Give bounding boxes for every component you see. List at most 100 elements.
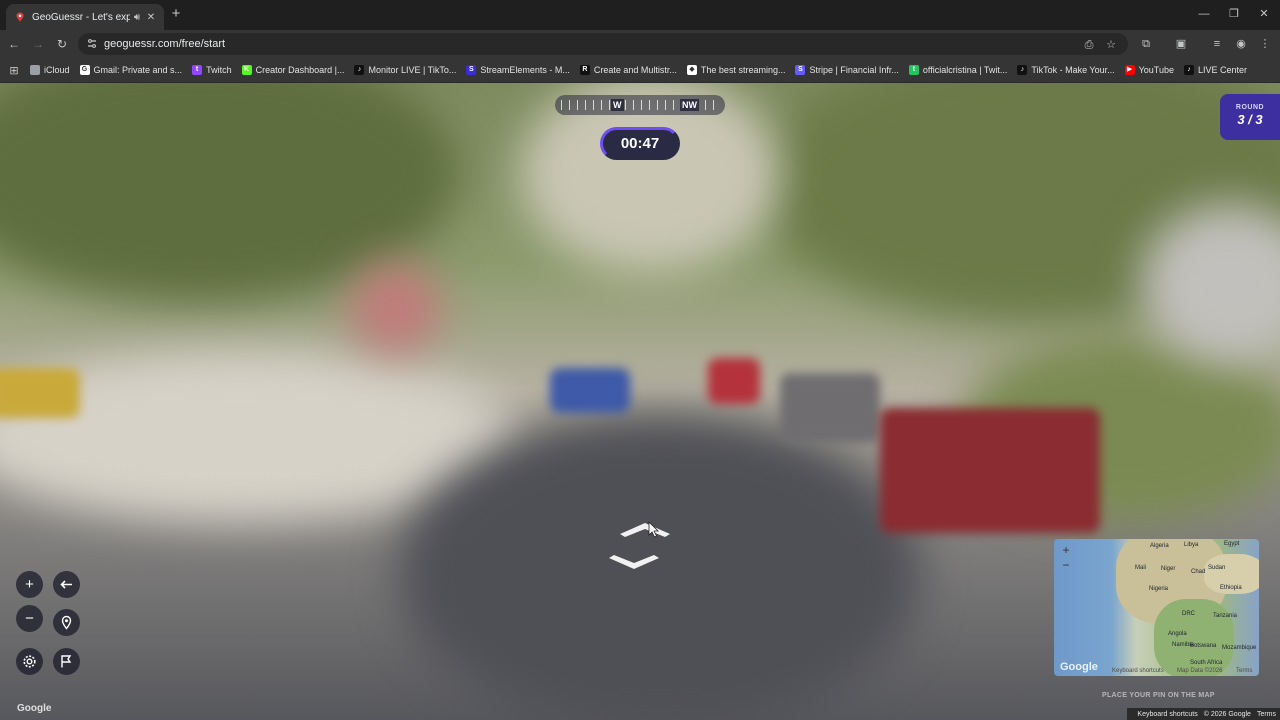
twitch-icon: t xyxy=(192,65,203,75)
media-controls-icon[interactable]: ≡ xyxy=(1210,37,1224,51)
browser-toolbar: ← → ↻ geoguessr.com/free/start ⎙ ☆ ⧉ ▣ ≡… xyxy=(0,30,1280,58)
red-car-far xyxy=(708,358,760,404)
minimize-icon[interactable]: — xyxy=(1190,5,1218,23)
bookmark-item[interactable]: ◆ The best streaming... xyxy=(686,65,786,75)
grey-car xyxy=(780,373,880,443)
google-logo: Google xyxy=(17,703,52,714)
bookmark-item[interactable]: G Gmail: Private and s... xyxy=(79,65,182,75)
apps-grid-icon[interactable]: ⊞ xyxy=(8,64,20,77)
twitch-green-icon: t xyxy=(908,65,919,75)
mouse-cursor-icon xyxy=(648,521,659,538)
bookmark-item[interactable]: ♪ TikTok - Make Your... xyxy=(1017,65,1115,75)
traffic-sign xyxy=(350,263,440,353)
minimap-shortcuts[interactable]: Keyboard shortcuts xyxy=(1112,668,1164,674)
profile-icon[interactable]: ◉ xyxy=(1234,37,1248,51)
round-timer: 00:47 xyxy=(600,127,680,160)
checkpoint-flag-button[interactable] xyxy=(53,648,80,675)
bookmark-item[interactable]: iCloud xyxy=(30,65,70,75)
bookmark-item[interactable]: R Create and Multistr... xyxy=(579,65,677,75)
close-tab-icon[interactable]: ✕ xyxy=(144,12,158,23)
undo-arrow-icon xyxy=(60,580,72,589)
flag-icon xyxy=(61,655,72,668)
bookmark-item[interactable]: t officialcristina | Twit... xyxy=(908,65,1008,75)
move-backward-arrow-icon[interactable] xyxy=(606,553,662,575)
diamond-icon: ◆ xyxy=(686,65,697,75)
bookmark-item[interactable]: ▶ YouTube xyxy=(1124,65,1174,75)
minimap-country-label: Botswana xyxy=(1190,643,1217,649)
minimap-map-data: Map Data ©2026 xyxy=(1177,668,1223,674)
bookmark-label: Monitor LIVE | TikTo... xyxy=(368,65,457,75)
bookmark-label: Create and Multistr... xyxy=(593,65,677,75)
reload-icon[interactable]: ↻ xyxy=(54,36,70,52)
bookmark-label: Twitch xyxy=(206,65,232,75)
round-label: ROUND xyxy=(1235,104,1265,111)
minimap-country-label: Tanzania xyxy=(1213,613,1238,619)
side-panel-icon[interactable]: ▣ xyxy=(1174,37,1188,51)
place-pin-hint: PLACE YOUR PIN ON THE MAP xyxy=(1102,692,1215,699)
bookmark-item[interactable]: ♪ LIVE Center xyxy=(1183,65,1247,75)
forward-icon[interactable]: → xyxy=(30,36,46,52)
terms-link[interactable]: Terms xyxy=(1257,711,1276,718)
minimap-country-label: Niger xyxy=(1161,566,1176,572)
tiktok-icon: ♪ xyxy=(1017,65,1028,75)
return-to-start-button[interactable] xyxy=(53,609,80,636)
move-forward-arrow-icon[interactable] xyxy=(617,518,673,540)
bookmark-label: The best streaming... xyxy=(700,65,786,75)
minimap-country-label: Angola xyxy=(1168,631,1187,637)
google-icon: G xyxy=(79,65,90,75)
bookmark-item[interactable]: S Stripe | Financial Infr... xyxy=(795,65,899,75)
zoom-out-button[interactable]: − xyxy=(16,605,43,632)
zoom-in-button[interactable]: + xyxy=(16,571,43,598)
site-info-icon[interactable] xyxy=(86,38,98,50)
minimap-country-label: Mali xyxy=(1135,565,1147,571)
streamelements-icon: S xyxy=(466,65,477,75)
minimap-country-label: Nigeria xyxy=(1149,586,1169,592)
extensions-icon[interactable]: ⧉ xyxy=(1139,37,1153,51)
back-icon[interactable]: ← xyxy=(6,36,22,52)
yellow-car xyxy=(0,368,80,418)
install-app-icon[interactable]: ⎙ xyxy=(1082,38,1096,52)
minimap-zoom-in-icon[interactable]: + xyxy=(1060,544,1072,556)
keyboard-shortcuts-link[interactable]: Keyboard shortcuts xyxy=(1137,711,1197,718)
stripe-icon: S xyxy=(795,65,806,75)
compass-northwest: NW xyxy=(680,99,699,111)
round-badge: ROUND 3 / 3 xyxy=(1220,94,1280,140)
tab-geoguessr[interactable]: GeoGuessr - Let's explore t 🔊︎ ✕ xyxy=(6,4,164,30)
minimap-zoom-out-icon[interactable]: − xyxy=(1060,559,1072,571)
tiktok-icon: ♪ xyxy=(1183,65,1194,75)
speaker-icon[interactable]: 🔊︎ xyxy=(130,12,144,23)
bookmark-label: iCloud xyxy=(44,65,70,75)
bookmark-item[interactable]: t Twitch xyxy=(192,65,232,75)
compass-west: W xyxy=(611,99,624,111)
gear-icon xyxy=(23,655,36,668)
bookmark-label: StreamElements - M... xyxy=(480,65,570,75)
guess-minimap[interactable]: Algeria Libya Egypt Mali Niger Chad Sudan Niger… xyxy=(1054,539,1259,676)
bookmark-label: YouTube xyxy=(1138,65,1174,75)
bookmark-item[interactable]: ♪ Monitor LIVE | TikTo... xyxy=(354,65,456,75)
bookmark-label: officialcristina | Twit... xyxy=(922,65,1008,75)
menu-kebab-icon[interactable]: ⋮ xyxy=(1258,37,1272,51)
minimap-terms[interactable]: Terms xyxy=(1236,668,1252,674)
bookmark-label: Creator Dashboard |... xyxy=(255,65,345,75)
minimap-country-label: Chad xyxy=(1191,569,1206,575)
new-tab-button[interactable]: + xyxy=(168,6,184,22)
bookmarks-bar: ⊞ iCloud G Gmail: Private and s... t Twitch K… xyxy=(0,58,1280,83)
close-window-icon[interactable]: ✕ xyxy=(1250,5,1278,23)
restore-icon[interactable]: ❐ xyxy=(1220,5,1248,23)
bookmark-star-icon[interactable]: ☆ xyxy=(1104,38,1118,52)
settings-button[interactable] xyxy=(16,648,43,675)
restream-icon: R xyxy=(579,65,590,75)
bookmark-item[interactable]: S StreamElements - M... xyxy=(466,65,570,75)
kick-icon: K xyxy=(241,65,252,75)
geoguessr-pin-icon xyxy=(16,12,24,22)
map-footer: Keyboard shortcuts © 2026 Google Terms xyxy=(1127,708,1280,720)
undo-move-button[interactable] xyxy=(53,571,80,598)
location-pin-icon xyxy=(61,615,72,630)
minimap-country-label: Sudan xyxy=(1208,565,1226,571)
url-text: geoguessr.com/free/start xyxy=(104,38,226,50)
bookmark-item[interactable]: K Creator Dashboard |... xyxy=(241,65,345,75)
address-bar[interactable]: geoguessr.com/free/start ⎙ ☆ xyxy=(78,33,1128,55)
round-value: 3 / 3 xyxy=(1237,112,1263,127)
street-view-panorama[interactable]: W NW 00:47 ROUND 3 / 3 + − Algeria Libya E… xyxy=(0,83,1280,720)
red-car-near xyxy=(880,408,1100,533)
